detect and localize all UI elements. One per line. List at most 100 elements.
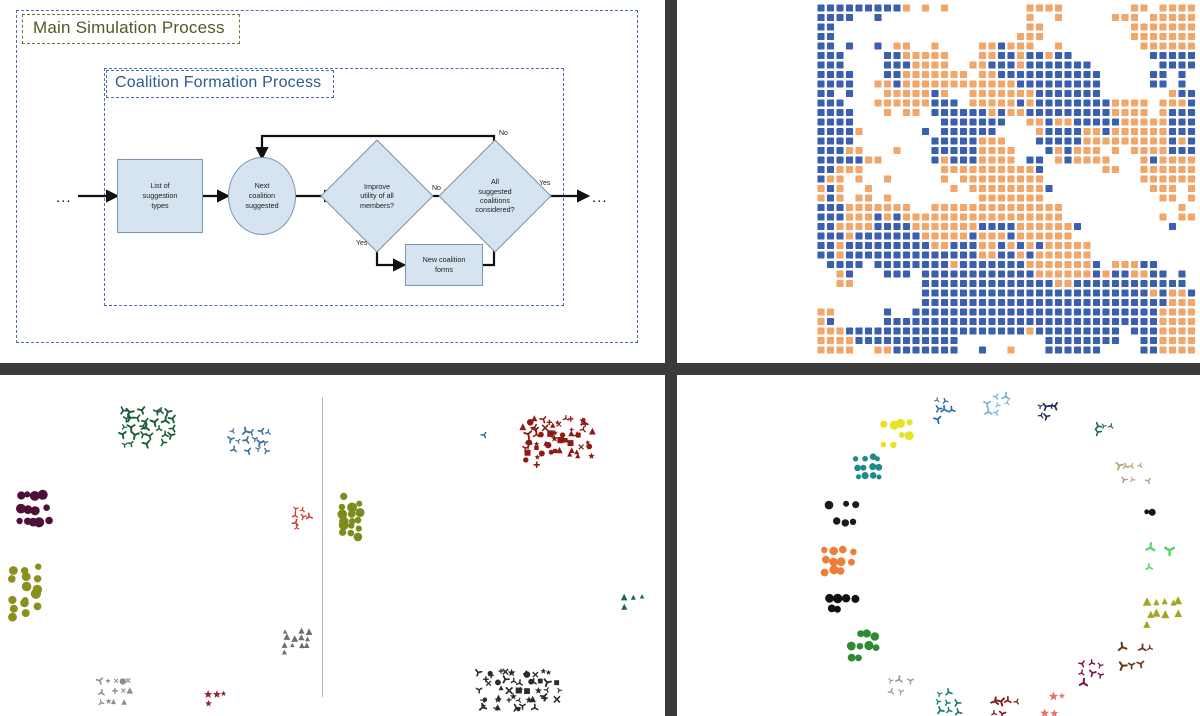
scatter-marker <box>1161 610 1170 619</box>
grid-cell <box>1063 241 1073 250</box>
grid-cell <box>1177 70 1187 79</box>
grid-cell <box>835 269 845 279</box>
scatter-marker <box>1088 669 1097 678</box>
grid-cell <box>968 326 978 336</box>
scatter-marker <box>1145 542 1156 552</box>
grid-cell <box>949 79 959 89</box>
scatter-marker <box>118 430 127 440</box>
grid-cell <box>1016 32 1025 41</box>
grid-cell <box>930 98 940 108</box>
grid-cell <box>1006 307 1016 317</box>
grid-cell <box>1168 155 1177 165</box>
grid-cell <box>1044 317 1054 326</box>
grid-cell <box>921 241 930 250</box>
grid-cell <box>1063 250 1073 260</box>
scatter-marker <box>1115 461 1124 471</box>
grid-cell <box>921 269 930 279</box>
scatter-marker <box>1143 620 1151 628</box>
grid-cell <box>1101 279 1111 288</box>
grid-cell <box>854 241 864 250</box>
grid-cell <box>1073 307 1082 317</box>
scatter-marker <box>945 706 953 714</box>
scatter-marker <box>1037 412 1044 419</box>
grid-cell <box>1025 269 1035 279</box>
scatter-marker <box>480 431 487 439</box>
grid-cell <box>1073 326 1082 336</box>
grid-cell <box>987 222 997 231</box>
grid-cell <box>930 203 940 212</box>
grid-cell <box>1082 98 1092 108</box>
grid-cell <box>1092 298 1101 307</box>
grid-cell <box>1054 260 1063 269</box>
grid-cell <box>940 241 949 250</box>
grid-cell <box>940 79 949 89</box>
grid-cell <box>1025 288 1035 298</box>
grid-cell <box>1082 89 1092 98</box>
grid-cell <box>1149 336 1158 345</box>
grid-cell <box>902 326 911 336</box>
grid-cell <box>1025 32 1035 41</box>
grid-cell <box>987 60 997 70</box>
grid-cell <box>902 317 911 326</box>
scatter-marker <box>553 695 561 703</box>
scatter-marker <box>1161 598 1168 605</box>
scatter-marker <box>487 670 493 677</box>
scatter-marker <box>95 677 104 685</box>
grid-cell <box>911 79 921 89</box>
grid-cell <box>911 317 921 326</box>
grid-cell <box>1149 307 1158 317</box>
grid-cell <box>968 89 978 98</box>
grid-cell <box>835 70 845 79</box>
grid-cell <box>1025 60 1035 70</box>
grid-cell <box>940 98 949 108</box>
grid-cell <box>892 89 902 98</box>
grid-cell <box>1139 345 1149 355</box>
scatter-marker <box>168 424 176 433</box>
grid-cell <box>1073 146 1082 155</box>
grid-cell <box>1111 288 1120 298</box>
grid-cell <box>1177 22 1187 32</box>
grid-cell <box>959 317 968 326</box>
grid-cell <box>835 203 845 212</box>
grid-cell <box>873 13 883 22</box>
scatter-marker <box>833 517 841 525</box>
scatter-marker <box>121 699 127 705</box>
grid-cell <box>1073 250 1082 260</box>
grid-cell <box>987 146 997 155</box>
grid-cell <box>968 155 978 165</box>
grid-cell <box>921 222 930 231</box>
grid-cell <box>997 89 1006 98</box>
grid-cell <box>1063 98 1073 108</box>
grid-cell <box>1187 22 1196 32</box>
grid-cell <box>1082 117 1092 127</box>
grid-cell <box>873 336 883 345</box>
scatter-marker <box>568 416 574 422</box>
grid-cell <box>845 336 854 345</box>
grid-cell <box>1016 51 1025 60</box>
scatter-marker <box>543 678 552 688</box>
grid-cell <box>873 98 883 108</box>
grid-cell <box>1158 41 1168 51</box>
grid-cell <box>1111 307 1120 317</box>
grid-cell <box>1006 222 1016 231</box>
scatter-marker <box>991 709 998 716</box>
grid-cell <box>902 60 911 70</box>
grid-cell <box>1006 146 1016 155</box>
scatter-marker <box>907 678 914 685</box>
grid-cell <box>1016 60 1025 70</box>
scatter-marker <box>121 424 128 430</box>
grid-cell <box>968 222 978 231</box>
scatter-marker <box>843 500 850 507</box>
scatter-marker <box>494 696 502 703</box>
grid-cell <box>1149 326 1158 336</box>
grid-cell <box>1111 13 1120 22</box>
grid-cell <box>1158 326 1168 336</box>
grid-cell <box>1168 288 1177 298</box>
grid-cell <box>826 22 835 32</box>
scatter-marker <box>1142 597 1152 606</box>
grid-cell <box>1054 108 1063 117</box>
grid-cell <box>1139 32 1149 41</box>
grid-cell <box>940 260 949 269</box>
grid-cell <box>845 117 854 127</box>
grid-cell <box>987 117 997 127</box>
